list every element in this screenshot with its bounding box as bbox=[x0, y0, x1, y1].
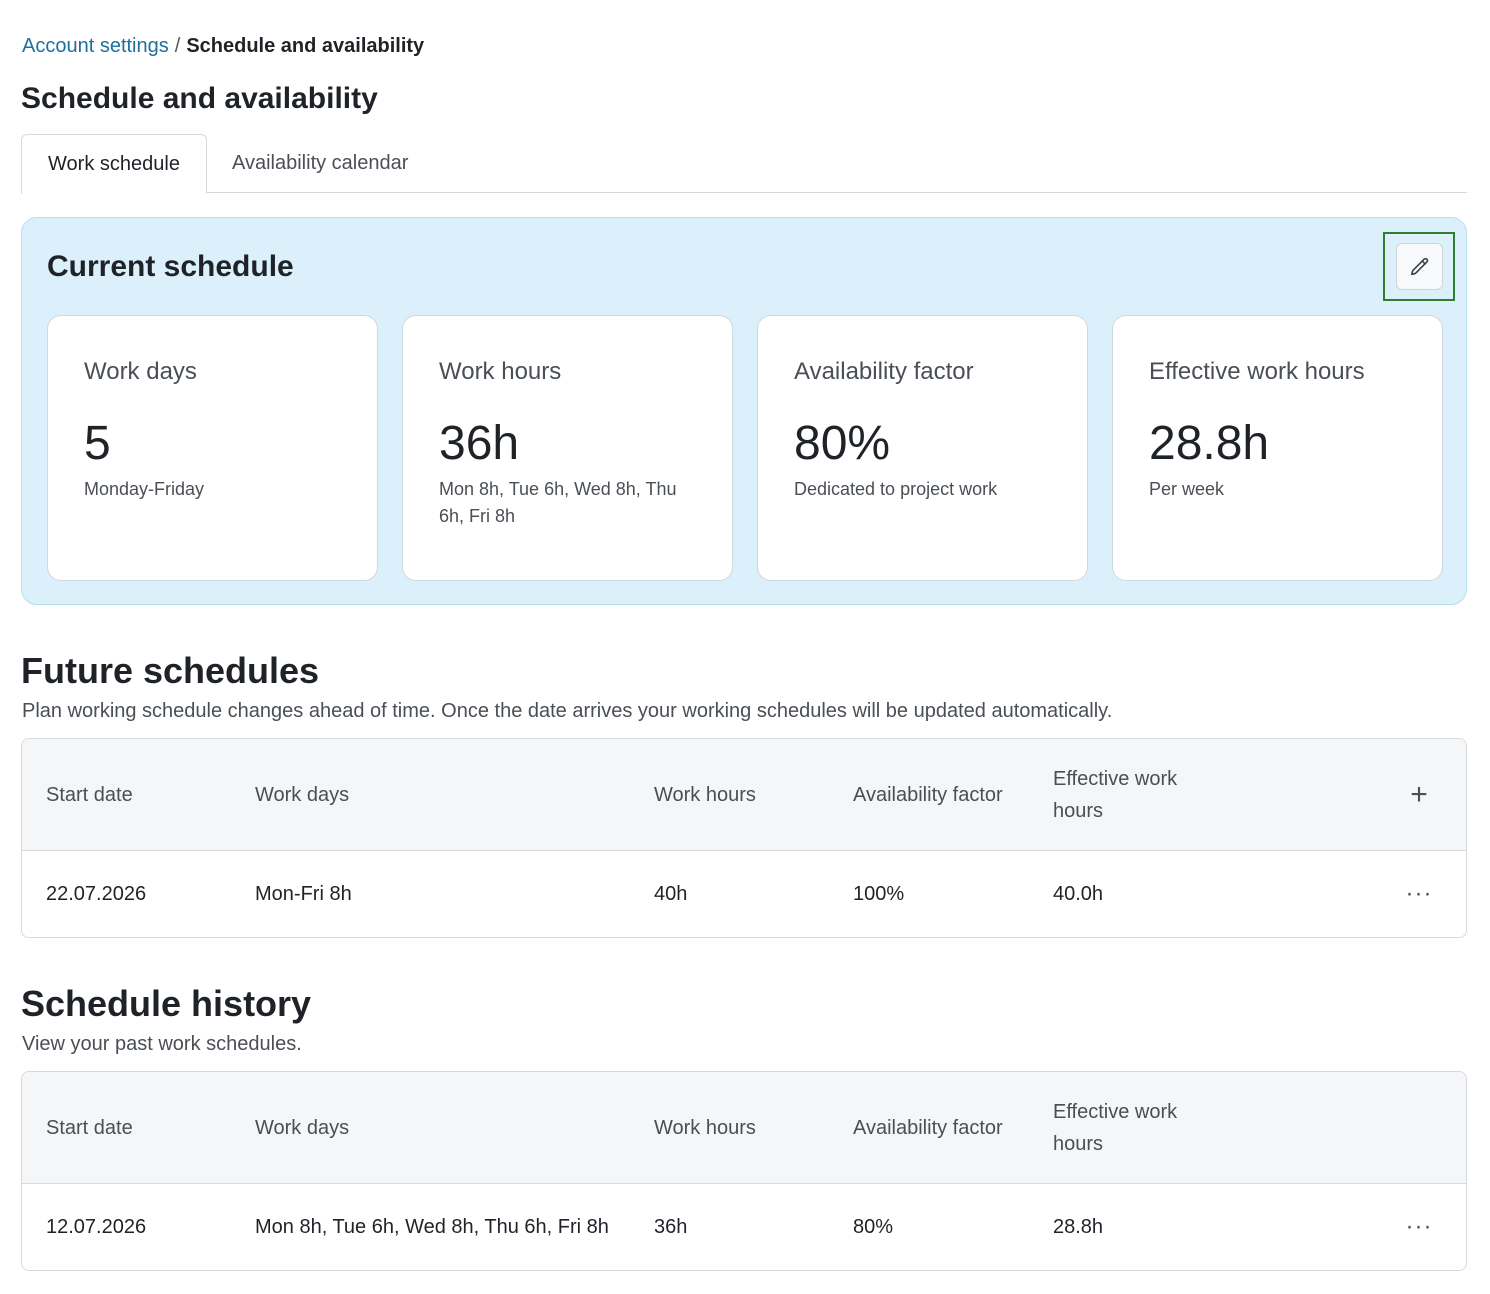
work-days-sub: Monday-Friday bbox=[84, 479, 205, 499]
tab-availability-calendar[interactable]: Availability calendar bbox=[232, 134, 408, 193]
effective-hours-label: Effective work hours bbox=[1149, 358, 1365, 385]
row-start-date: 12.07.2026 bbox=[46, 1215, 147, 1238]
row-start-date: 22.07.2026 bbox=[46, 882, 147, 905]
table-header: Start date Work days Work hours Availabi… bbox=[22, 739, 1466, 851]
work-days-value: 5 bbox=[84, 417, 111, 470]
tab-bar: Work schedule Availability calendar bbox=[21, 134, 1467, 194]
column-work-hours: Work hours bbox=[654, 784, 756, 806]
column-work-hours: Work hours bbox=[654, 1117, 756, 1139]
column-work-days: Work days bbox=[255, 784, 350, 806]
work-hours-sub: Mon 8h, Tue 6h, Wed 8h, Thu 6h, Fri 8h bbox=[439, 479, 677, 526]
column-start-date: Start date bbox=[46, 784, 133, 806]
row-effective-hours: 40.0h bbox=[1053, 882, 1104, 905]
effective-hours-sub: Per week bbox=[1149, 479, 1225, 499]
row-effective-hours: 28.8h bbox=[1053, 1215, 1104, 1238]
plus-icon: + bbox=[1410, 778, 1428, 811]
row-work-hours: 40h bbox=[654, 882, 688, 905]
table-row: 12.07.2026 Mon 8h, Tue 6h, Wed 8h, Thu 6… bbox=[22, 1184, 1466, 1270]
breadcrumb: Account settings / Schedule and availabili… bbox=[22, 33, 424, 59]
pencil-icon bbox=[1410, 257, 1428, 275]
breadcrumb-current: Schedule and availability bbox=[186, 35, 425, 57]
table-row: 22.07.2026 Mon-Fri 8h 40h 100% 40.0h ··· bbox=[22, 851, 1466, 937]
tab-work-schedule[interactable]: Work schedule bbox=[21, 134, 207, 194]
column-availability-factor: Availability factor bbox=[853, 1117, 1003, 1139]
row-work-days: Mon 8h, Tue 6h, Wed 8h, Thu 6h, Fri 8h bbox=[255, 1215, 609, 1238]
more-horizontal-icon: ··· bbox=[1405, 880, 1433, 907]
more-horizontal-icon: ··· bbox=[1405, 1213, 1433, 1240]
schedule-history-table: Start date Work days Work hours Availabi… bbox=[21, 1071, 1467, 1271]
column-start-date: Start date bbox=[46, 1117, 133, 1139]
row-actions-button[interactable]: ··· bbox=[1399, 851, 1439, 937]
work-days-card: Work days 5 Monday-Friday bbox=[47, 315, 378, 581]
add-schedule-button[interactable]: + bbox=[1399, 739, 1439, 851]
row-availability-factor: 100% bbox=[853, 882, 905, 905]
column-work-days: Work days bbox=[255, 1117, 350, 1139]
breadcrumb-separator: / bbox=[174, 35, 181, 57]
work-days-label: Work days bbox=[84, 358, 197, 385]
future-schedules-description: Plan working schedule changes ahead of t… bbox=[22, 700, 1113, 722]
row-actions-button[interactable]: ··· bbox=[1399, 1184, 1439, 1270]
availability-factor-value: 80% bbox=[794, 417, 891, 470]
work-hours-label: Work hours bbox=[439, 358, 562, 385]
effective-hours-value: 28.8h bbox=[1149, 417, 1270, 470]
availability-factor-sub: Dedicated to project work bbox=[794, 479, 998, 499]
future-schedules-title: Future schedules bbox=[21, 650, 320, 691]
effective-hours-card: Effective work hours 28.8h Per week bbox=[1112, 315, 1443, 581]
availability-factor-label: Availability factor bbox=[794, 358, 974, 385]
page-title: Schedule and availability bbox=[21, 82, 378, 115]
column-effective-work-hours: Effective work hours bbox=[1053, 1101, 1178, 1155]
column-effective-work-hours: Effective work hours bbox=[1053, 768, 1178, 822]
schedule-history-description: View your past work schedules. bbox=[22, 1033, 302, 1055]
row-work-days: Mon-Fri 8h bbox=[255, 882, 352, 905]
table-header: Start date Work days Work hours Availabi… bbox=[22, 1072, 1466, 1184]
row-work-hours: 36h bbox=[654, 1215, 688, 1238]
column-availability-factor: Availability factor bbox=[853, 784, 1003, 806]
row-availability-factor: 80% bbox=[853, 1215, 894, 1238]
future-schedules-table: Start date Work days Work hours Availabi… bbox=[21, 738, 1467, 938]
work-hours-card: Work hours 36h Mon 8h, Tue 6h, Wed 8h, T… bbox=[402, 315, 733, 581]
work-hours-value: 36h bbox=[439, 417, 520, 470]
current-schedule-title: Current schedule bbox=[47, 250, 294, 283]
current-schedule-panel: Current schedule Work days 5 Monday-Frid… bbox=[21, 217, 1467, 605]
availability-factor-card: Availability factor 80% Dedicated to pro… bbox=[757, 315, 1088, 581]
schedule-history-title: Schedule history bbox=[21, 983, 312, 1024]
edit-schedule-button[interactable] bbox=[1396, 243, 1443, 290]
breadcrumb-account-settings-link[interactable]: Account settings bbox=[22, 35, 169, 57]
